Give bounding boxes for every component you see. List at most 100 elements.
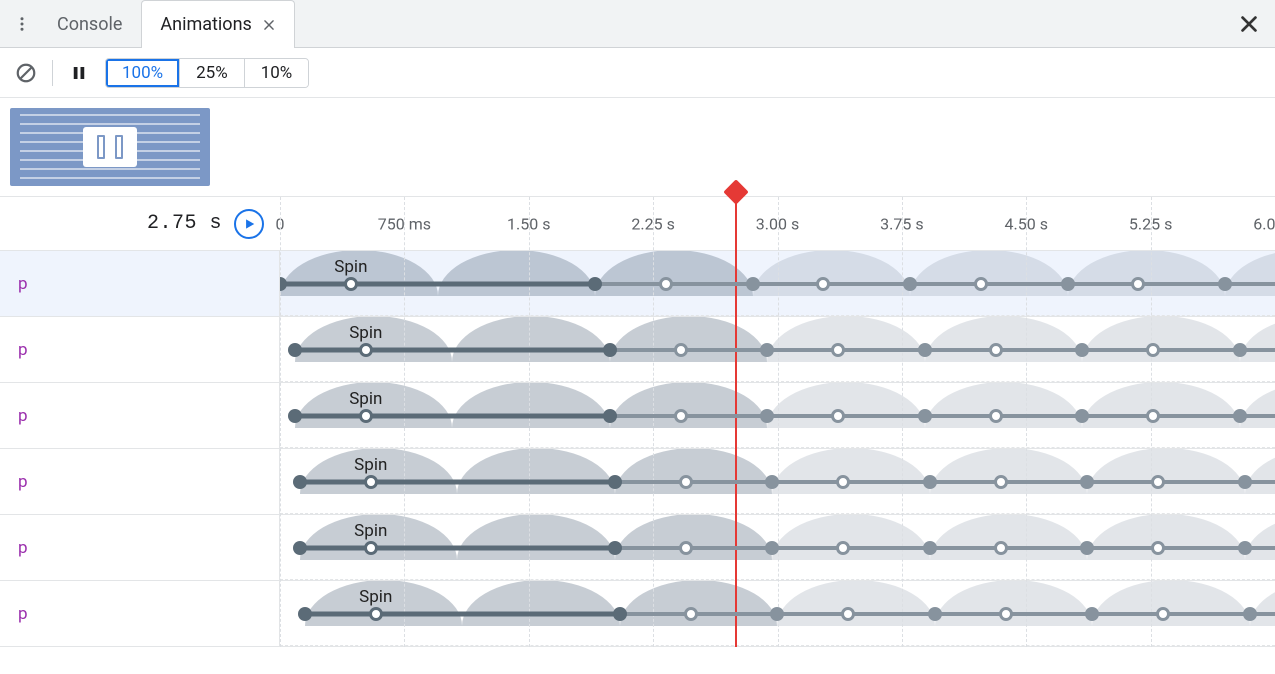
- track-lane[interactable]: Spin: [280, 317, 1275, 382]
- more-icon[interactable]: [6, 8, 38, 40]
- keyframe-end[interactable]: [903, 277, 917, 291]
- keyframe-end[interactable]: [608, 541, 622, 555]
- keyframe-start[interactable]: [288, 343, 302, 357]
- keyframe-mid[interactable]: [364, 541, 378, 555]
- keyframe-end[interactable]: [918, 409, 932, 423]
- keyframe-end[interactable]: [928, 607, 942, 621]
- keyframe-mid[interactable]: [659, 277, 673, 291]
- iteration-bar-future[interactable]: [615, 480, 1275, 484]
- node-name[interactable]: p: [0, 383, 280, 448]
- speed-25-button[interactable]: 25%: [179, 59, 244, 87]
- keyframe-mid[interactable]: [369, 607, 383, 621]
- keyframe-end[interactable]: [1085, 607, 1099, 621]
- animation-buffer-thumbnail[interactable]: [10, 108, 210, 186]
- keyframe-mid[interactable]: [1156, 607, 1170, 621]
- keyframe-mid[interactable]: [836, 541, 850, 555]
- keyframe-end[interactable]: [1238, 475, 1252, 489]
- keyframe-start[interactable]: [288, 409, 302, 423]
- keyframe-mid[interactable]: [989, 343, 1003, 357]
- keyframe-end[interactable]: [603, 409, 617, 423]
- keyframe-start[interactable]: [298, 607, 312, 621]
- keyframe-end[interactable]: [603, 343, 617, 357]
- keyframe-mid[interactable]: [1146, 409, 1160, 423]
- speed-100-button[interactable]: 100%: [106, 59, 179, 87]
- keyframe-mid[interactable]: [1151, 541, 1165, 555]
- keyframe-end[interactable]: [613, 607, 627, 621]
- keyframe-mid[interactable]: [679, 475, 693, 489]
- keyframe-mid[interactable]: [674, 409, 688, 423]
- iteration-bar-active[interactable]: [305, 611, 620, 616]
- iteration-bar-future[interactable]: [620, 612, 1275, 616]
- keyframe-end[interactable]: [760, 343, 774, 357]
- keyframe-end[interactable]: [765, 541, 779, 555]
- keyframe-end[interactable]: [1075, 409, 1089, 423]
- track-lane[interactable]: Spin: [280, 251, 1275, 316]
- keyframe-mid[interactable]: [994, 541, 1008, 555]
- keyframe-mid[interactable]: [831, 409, 845, 423]
- track-lane[interactable]: Spin: [280, 449, 1275, 514]
- keyframe-mid[interactable]: [816, 277, 830, 291]
- keyframe-mid[interactable]: [841, 607, 855, 621]
- keyframe-mid[interactable]: [674, 343, 688, 357]
- keyframe-end[interactable]: [1243, 607, 1257, 621]
- keyframe-mid[interactable]: [999, 607, 1013, 621]
- keyframe-mid[interactable]: [344, 277, 358, 291]
- track-lane[interactable]: Spin: [280, 383, 1275, 448]
- keyframe-mid[interactable]: [1146, 343, 1160, 357]
- tab-animations[interactable]: Animations: [141, 0, 294, 48]
- iteration-bar-active[interactable]: [295, 347, 610, 352]
- keyframe-end[interactable]: [1238, 541, 1252, 555]
- keyframe-end[interactable]: [1218, 277, 1232, 291]
- iteration-bar-future[interactable]: [610, 414, 1275, 418]
- speed-10-button[interactable]: 10%: [244, 59, 309, 87]
- keyframe-end[interactable]: [760, 409, 774, 423]
- close-drawer-button[interactable]: [1229, 4, 1269, 44]
- node-name[interactable]: p: [0, 449, 280, 514]
- pause-all-button[interactable]: [63, 57, 95, 89]
- close-icon[interactable]: [262, 18, 276, 32]
- play-button[interactable]: [234, 209, 264, 239]
- iteration-bar-active[interactable]: [280, 281, 595, 286]
- iteration-bar-active[interactable]: [300, 479, 615, 484]
- tab-console[interactable]: Console: [38, 0, 141, 48]
- node-name[interactable]: p: [0, 515, 280, 580]
- clear-button[interactable]: [10, 57, 42, 89]
- node-name[interactable]: p: [0, 581, 280, 646]
- keyframe-end[interactable]: [918, 343, 932, 357]
- keyframe-end[interactable]: [923, 475, 937, 489]
- keyframe-end[interactable]: [1233, 409, 1247, 423]
- keyframe-start[interactable]: [293, 475, 307, 489]
- node-name[interactable]: p: [0, 317, 280, 382]
- keyframe-mid[interactable]: [836, 475, 850, 489]
- keyframe-end[interactable]: [608, 475, 622, 489]
- time-scale[interactable]: 0750 ms1.50 s2.25 s3.00 s3.75 s4.50 s5.2…: [280, 197, 1275, 250]
- keyframe-start[interactable]: [293, 541, 307, 555]
- keyframe-mid[interactable]: [994, 475, 1008, 489]
- track-lane[interactable]: Spin: [280, 581, 1275, 646]
- iteration-bar-active[interactable]: [300, 545, 615, 550]
- keyframe-end[interactable]: [1080, 541, 1094, 555]
- keyframe-mid[interactable]: [831, 343, 845, 357]
- keyframe-end[interactable]: [1061, 277, 1075, 291]
- keyframe-end[interactable]: [923, 541, 937, 555]
- keyframe-mid[interactable]: [679, 541, 693, 555]
- keyframe-end[interactable]: [1075, 343, 1089, 357]
- keyframe-mid[interactable]: [1131, 277, 1145, 291]
- keyframe-mid[interactable]: [1151, 475, 1165, 489]
- keyframe-mid[interactable]: [684, 607, 698, 621]
- keyframe-end[interactable]: [588, 277, 602, 291]
- keyframe-mid[interactable]: [364, 475, 378, 489]
- keyframe-end[interactable]: [770, 607, 784, 621]
- track-lane[interactable]: Spin: [280, 515, 1275, 580]
- iteration-bar-future[interactable]: [615, 546, 1275, 550]
- keyframe-mid[interactable]: [359, 409, 373, 423]
- iteration-bar-active[interactable]: [295, 413, 610, 418]
- node-name[interactable]: p: [0, 251, 280, 316]
- keyframe-end[interactable]: [1080, 475, 1094, 489]
- iteration-bar-future[interactable]: [595, 282, 1275, 286]
- keyframe-end[interactable]: [746, 277, 760, 291]
- keyframe-end[interactable]: [765, 475, 779, 489]
- keyframe-end[interactable]: [1233, 343, 1247, 357]
- keyframe-mid[interactable]: [974, 277, 988, 291]
- keyframe-mid[interactable]: [989, 409, 1003, 423]
